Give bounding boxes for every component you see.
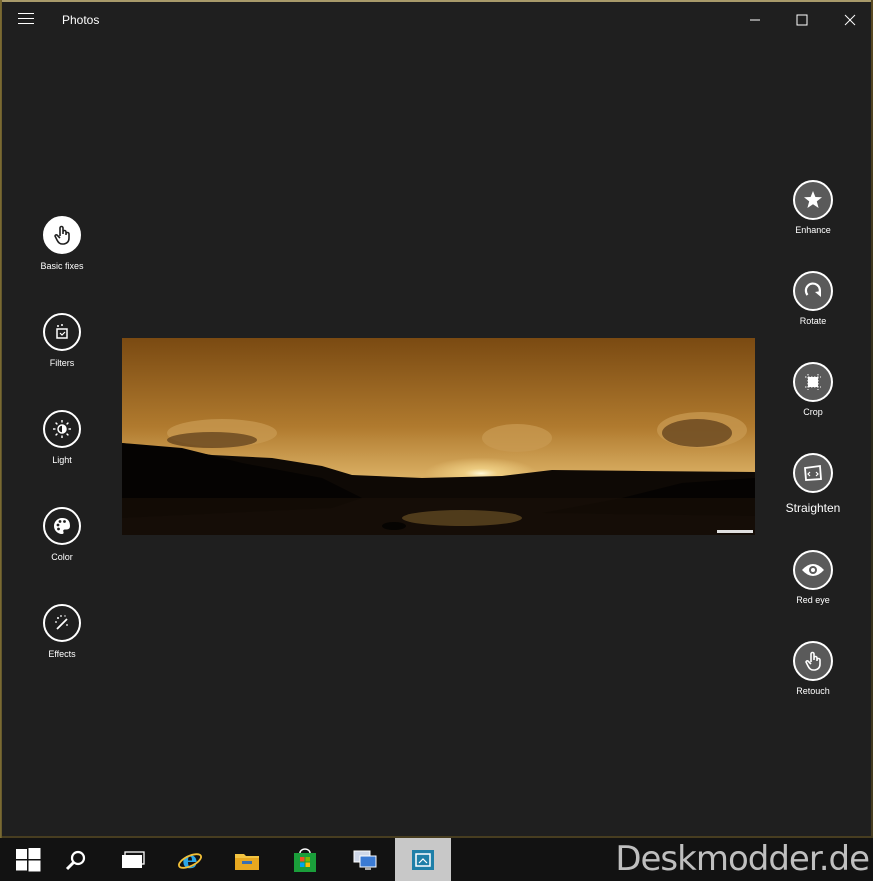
photo-preview[interactable] <box>122 338 755 535</box>
tool-label: Effects <box>48 649 76 659</box>
tool-retouch[interactable]: Retouch <box>771 641 855 696</box>
photos-app-icon[interactable] <box>395 838 451 881</box>
tool-label: Straighten <box>785 501 841 515</box>
watermark: Deskmodder.de <box>615 839 870 879</box>
crop-icon <box>793 362 833 402</box>
palette-icon <box>43 507 81 545</box>
tool-color[interactable]: Color <box>20 507 104 562</box>
tool-label: Basic fixes <box>40 261 84 271</box>
tool-crop[interactable]: Crop <box>771 362 855 417</box>
maximize-button[interactable] <box>779 2 825 38</box>
tool-label: Retouch <box>796 686 830 696</box>
tool-label: Color <box>51 552 73 562</box>
hamburger-menu-icon[interactable] <box>18 13 34 27</box>
tool-red-eye[interactable]: Red eye <box>771 550 855 605</box>
app-title: Photos <box>62 13 100 27</box>
tool-label: Red eye <box>796 595 830 605</box>
hand-touch-icon <box>793 641 833 681</box>
tool-label: Enhance <box>795 225 831 235</box>
title-bar: Photos <box>2 2 871 38</box>
internet-explorer-icon[interactable]: e <box>162 838 218 881</box>
svg-text:e: e <box>182 847 197 873</box>
search-icon[interactable] <box>48 838 104 881</box>
tool-light[interactable]: Light <box>20 410 104 465</box>
tool-label: Filters <box>49 358 75 368</box>
brightness-icon <box>43 410 81 448</box>
file-explorer-icon[interactable] <box>219 838 275 881</box>
filters-icon <box>43 313 81 351</box>
tool-basic-fixes[interactable]: Basic fixes <box>20 216 104 271</box>
minimize-icon <box>750 19 760 21</box>
maximize-icon <box>796 14 808 26</box>
hand-touch-icon <box>43 216 81 254</box>
tool-rotate[interactable]: Rotate <box>771 271 855 326</box>
tool-label: Rotate <box>799 316 827 326</box>
close-button[interactable] <box>827 2 873 38</box>
tool-effects[interactable]: Effects <box>20 604 104 659</box>
minimize-button[interactable] <box>732 2 778 38</box>
effects-wand-icon <box>43 604 81 642</box>
tool-label: Light <box>52 455 72 465</box>
star-icon <box>793 180 833 220</box>
straighten-icon <box>793 453 833 493</box>
eye-icon <box>793 550 833 590</box>
remote-desktop-icon[interactable] <box>337 838 393 881</box>
sunset-landscape-image <box>122 338 755 535</box>
store-icon[interactable] <box>277 838 333 881</box>
tool-enhance[interactable]: Enhance <box>771 180 855 235</box>
task-view-icon[interactable] <box>105 838 161 881</box>
rotate-icon <box>793 271 833 311</box>
close-icon <box>844 14 856 26</box>
photos-window: Photos Basic fixes Filters Light Color E… <box>2 0 871 836</box>
tool-label: Crop <box>803 407 823 417</box>
edit-canvas: Basic fixes Filters Light Color Effects <box>2 38 871 836</box>
tool-straighten[interactable]: Straighten <box>771 453 855 515</box>
tool-filters[interactable]: Filters <box>20 313 104 368</box>
